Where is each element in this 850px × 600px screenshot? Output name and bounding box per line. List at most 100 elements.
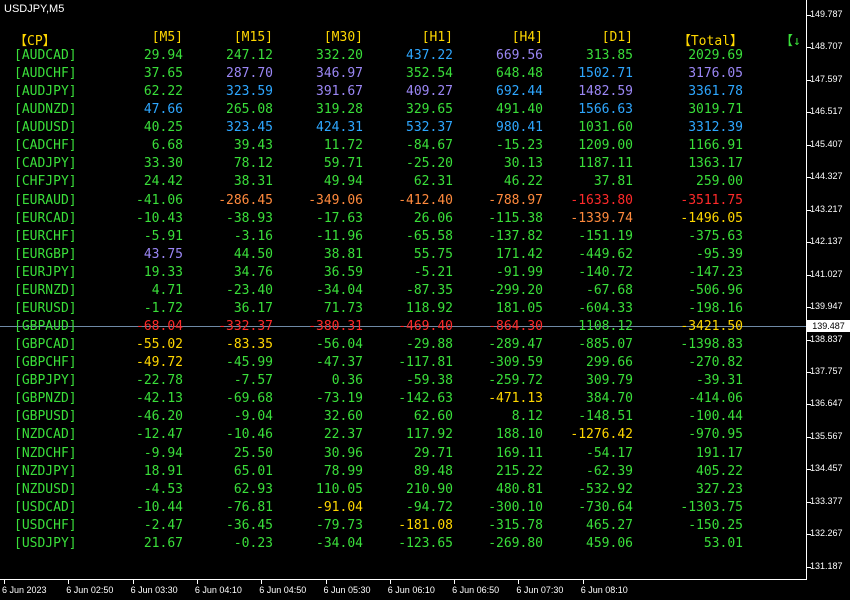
time-label: 6 Jun 04:50 bbox=[259, 585, 307, 595]
time-label: 6 Jun 03:30 bbox=[130, 585, 178, 595]
table-cell: -506.96 bbox=[688, 282, 743, 298]
table-cell: -4.53 bbox=[143, 481, 183, 497]
sort-indicator[interactable]: 【↓ bbox=[780, 30, 801, 49]
table-cell: 437.22 bbox=[406, 48, 453, 63]
table-cell: 62.60 bbox=[413, 409, 453, 425]
price-label: 135.567 bbox=[810, 430, 843, 441]
table-cell: 38.81 bbox=[323, 246, 363, 262]
table-cell: 32.60 bbox=[323, 409, 363, 425]
table-cell: -181.08 bbox=[398, 517, 453, 533]
pair-label: [EURGBP] bbox=[14, 246, 77, 262]
table-cell: 1187.11 bbox=[578, 156, 633, 172]
pair-label: [EURUSD] bbox=[14, 300, 77, 316]
column-header: [M15] bbox=[233, 30, 273, 45]
price-label: 147.597 bbox=[810, 73, 843, 84]
table-cell: -65.58 bbox=[406, 228, 453, 244]
table-cell: -140.72 bbox=[578, 264, 633, 280]
table-cell: -29.88 bbox=[406, 337, 453, 353]
chart-area[interactable]: USDJPY,M5 【CP】 [M5] [M15] [M30] [H1] [H4] [D1]… bbox=[0, 0, 807, 580]
pair-label: [CADCHF] bbox=[14, 138, 77, 154]
table-cell: -2.47 bbox=[143, 517, 183, 533]
price-axis[interactable]: 149.787 148.707 147.597 146.517 145.407 144.3… bbox=[807, 0, 850, 580]
table-cell: -62.39 bbox=[586, 463, 633, 479]
pair-label: [AUDCHF] bbox=[14, 66, 77, 82]
table-cell: -730.64 bbox=[578, 499, 633, 515]
table-cell: -3.16 bbox=[233, 228, 273, 244]
table-cell: -10.43 bbox=[136, 210, 183, 226]
table-cell: -299.20 bbox=[488, 282, 543, 298]
table-cell: -9.94 bbox=[143, 445, 183, 461]
table-cell: 346.97 bbox=[316, 66, 363, 82]
table-cell: -1276.42 bbox=[570, 427, 633, 443]
table-cell: 210.90 bbox=[406, 481, 453, 497]
price-label: 145.407 bbox=[810, 138, 843, 149]
table-cell: 29.94 bbox=[143, 48, 183, 63]
table-cell: 25.50 bbox=[233, 445, 273, 461]
table-cell: 309.79 bbox=[586, 373, 633, 389]
table-cell: 692.44 bbox=[496, 84, 543, 100]
table-cell: 0.36 bbox=[331, 373, 363, 389]
table-cell: 18.91 bbox=[143, 463, 183, 479]
table-cell: -10.44 bbox=[136, 499, 183, 515]
table-cell: -309.59 bbox=[488, 355, 543, 371]
pair-label: [GBPNZD] bbox=[14, 391, 77, 407]
table-cell: -380.31 bbox=[308, 319, 363, 335]
pair-label: [CHFJPY] bbox=[14, 174, 77, 190]
pair-label: [GBPCHF] bbox=[14, 355, 77, 371]
table-cell: -147.23 bbox=[688, 264, 743, 280]
table-cell: -151.19 bbox=[578, 228, 633, 244]
table-cell: 3176.05 bbox=[688, 66, 743, 82]
table-cell: 299.66 bbox=[586, 355, 633, 371]
pair-label: [AUDCAD] bbox=[14, 48, 77, 63]
table-cell: -95.39 bbox=[696, 246, 743, 262]
price-label: 149.787 bbox=[810, 9, 843, 19]
table-cell: 11.72 bbox=[323, 138, 363, 154]
table-cell: 3312.39 bbox=[688, 120, 743, 136]
table-cell: 118.92 bbox=[406, 300, 453, 316]
table-cell: -532.92 bbox=[578, 481, 633, 497]
table-cell: 532.37 bbox=[406, 120, 453, 136]
table-cell: -885.07 bbox=[578, 337, 633, 353]
pair-label: [NZDCHF] bbox=[14, 445, 77, 461]
table-cell: 26.06 bbox=[413, 210, 453, 226]
column-header: [M5] bbox=[151, 30, 183, 45]
table-cell: -9.04 bbox=[233, 409, 273, 425]
table-cell: 55.75 bbox=[413, 246, 453, 262]
table-cell: -137.82 bbox=[488, 228, 543, 244]
time-axis[interactable]: 6 Jun 2023 6 Jun 02:50 6 Jun 03:30 6 Jun 04… bbox=[0, 580, 807, 600]
table-cell: 34.76 bbox=[233, 264, 273, 280]
table-cell: -142.63 bbox=[398, 391, 453, 407]
table-cell: 89.48 bbox=[413, 463, 453, 479]
pair-label: [AUDNZD] bbox=[14, 102, 77, 118]
pair-label: [USDCAD] bbox=[14, 499, 77, 515]
table-cell: 8.12 bbox=[511, 409, 543, 425]
table-cell: 30.96 bbox=[323, 445, 363, 461]
table-cell: -59.38 bbox=[406, 373, 453, 389]
table-cell: -270.82 bbox=[688, 355, 743, 371]
table-cell: -269.80 bbox=[488, 535, 543, 551]
table-cell: -49.72 bbox=[136, 355, 183, 371]
table-cell: 181.05 bbox=[496, 300, 543, 316]
time-tick bbox=[582, 580, 584, 584]
table-cell: -25.20 bbox=[406, 156, 453, 172]
table-cell: 21.67 bbox=[143, 535, 183, 551]
table-cell: -67.68 bbox=[586, 282, 633, 298]
table-cell: -412.40 bbox=[398, 192, 453, 208]
price-label: 148.707 bbox=[810, 41, 843, 52]
pair-label: [EURCHF] bbox=[14, 228, 77, 244]
table-cell: 313.85 bbox=[586, 48, 633, 63]
table-cell: 62.22 bbox=[143, 84, 183, 100]
table-cell: 1108.12 bbox=[578, 319, 633, 335]
table-cell: -11.96 bbox=[316, 228, 363, 244]
table-cell: -469.40 bbox=[398, 319, 453, 335]
table-cell: -87.35 bbox=[406, 282, 453, 298]
corner-label: 【CP】 bbox=[14, 34, 56, 49]
table-cell: -5.91 bbox=[143, 228, 183, 244]
table-cell: -1339.74 bbox=[570, 210, 633, 226]
table-cell: 22.37 bbox=[323, 427, 363, 443]
table-cell: 384.70 bbox=[586, 391, 633, 407]
pair-label: [EURCAD] bbox=[14, 210, 77, 226]
table-cell: 59.71 bbox=[323, 156, 363, 172]
table-cell: -1.72 bbox=[143, 300, 183, 316]
time-tick bbox=[389, 580, 391, 584]
